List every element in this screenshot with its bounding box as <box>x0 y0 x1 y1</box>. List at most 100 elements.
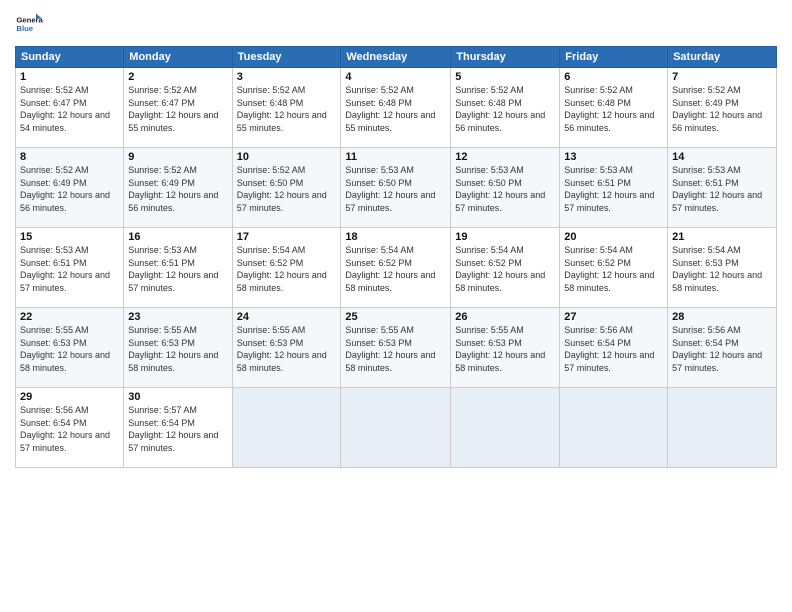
day-number: 3 <box>237 71 337 83</box>
day-number: 14 <box>672 151 772 163</box>
day-info: Sunrise: 5:52 AM Sunset: 6:48 PM Dayligh… <box>237 84 337 134</box>
page: General Blue SundayMondayTuesdayWednesda… <box>0 0 792 612</box>
calendar-week-row: 15 Sunrise: 5:53 AM Sunset: 6:51 PM Dayl… <box>16 228 777 308</box>
day-number: 2 <box>128 71 227 83</box>
calendar-cell: 19 Sunrise: 5:54 AM Sunset: 6:52 PM Dayl… <box>451 228 560 308</box>
calendar-week-row: 8 Sunrise: 5:52 AM Sunset: 6:49 PM Dayli… <box>16 148 777 228</box>
svg-text:Blue: Blue <box>16 24 33 33</box>
calendar-cell: 28 Sunrise: 5:56 AM Sunset: 6:54 PM Dayl… <box>668 308 777 388</box>
day-number: 30 <box>128 391 227 403</box>
calendar-cell: 6 Sunrise: 5:52 AM Sunset: 6:48 PM Dayli… <box>560 68 668 148</box>
day-info: Sunrise: 5:56 AM Sunset: 6:54 PM Dayligh… <box>20 404 119 454</box>
day-number: 9 <box>128 151 227 163</box>
day-number: 21 <box>672 231 772 243</box>
day-info: Sunrise: 5:52 AM Sunset: 6:47 PM Dayligh… <box>128 84 227 134</box>
day-info: Sunrise: 5:54 AM Sunset: 6:52 PM Dayligh… <box>345 244 446 294</box>
calendar-cell: 13 Sunrise: 5:53 AM Sunset: 6:51 PM Dayl… <box>560 148 668 228</box>
calendar-cell: 20 Sunrise: 5:54 AM Sunset: 6:52 PM Dayl… <box>560 228 668 308</box>
logo: General Blue <box>15 10 43 38</box>
day-info: Sunrise: 5:52 AM Sunset: 6:49 PM Dayligh… <box>20 164 119 214</box>
calendar-cell: 17 Sunrise: 5:54 AM Sunset: 6:52 PM Dayl… <box>232 228 341 308</box>
calendar-table: SundayMondayTuesdayWednesdayThursdayFrid… <box>15 46 777 468</box>
day-number: 5 <box>455 71 555 83</box>
calendar-day-header: Thursday <box>451 47 560 68</box>
calendar-cell: 10 Sunrise: 5:52 AM Sunset: 6:50 PM Dayl… <box>232 148 341 228</box>
day-info: Sunrise: 5:56 AM Sunset: 6:54 PM Dayligh… <box>564 324 663 374</box>
calendar-cell: 26 Sunrise: 5:55 AM Sunset: 6:53 PM Dayl… <box>451 308 560 388</box>
day-info: Sunrise: 5:53 AM Sunset: 6:51 PM Dayligh… <box>564 164 663 214</box>
day-number: 7 <box>672 71 772 83</box>
calendar-cell: 1 Sunrise: 5:52 AM Sunset: 6:47 PM Dayli… <box>16 68 124 148</box>
calendar-cell: 16 Sunrise: 5:53 AM Sunset: 6:51 PM Dayl… <box>124 228 232 308</box>
calendar-day-header: Tuesday <box>232 47 341 68</box>
day-info: Sunrise: 5:56 AM Sunset: 6:54 PM Dayligh… <box>672 324 772 374</box>
calendar-cell: 30 Sunrise: 5:57 AM Sunset: 6:54 PM Dayl… <box>124 388 232 468</box>
day-number: 24 <box>237 311 337 323</box>
day-number: 13 <box>564 151 663 163</box>
day-info: Sunrise: 5:54 AM Sunset: 6:52 PM Dayligh… <box>455 244 555 294</box>
day-info: Sunrise: 5:54 AM Sunset: 6:52 PM Dayligh… <box>564 244 663 294</box>
day-number: 29 <box>20 391 119 403</box>
calendar-cell: 7 Sunrise: 5:52 AM Sunset: 6:49 PM Dayli… <box>668 68 777 148</box>
calendar-day-header: Monday <box>124 47 232 68</box>
calendar-cell <box>341 388 451 468</box>
day-number: 20 <box>564 231 663 243</box>
calendar-cell: 22 Sunrise: 5:55 AM Sunset: 6:53 PM Dayl… <box>16 308 124 388</box>
calendar-cell: 14 Sunrise: 5:53 AM Sunset: 6:51 PM Dayl… <box>668 148 777 228</box>
header: General Blue <box>15 10 777 38</box>
day-info: Sunrise: 5:55 AM Sunset: 6:53 PM Dayligh… <box>345 324 446 374</box>
day-number: 27 <box>564 311 663 323</box>
calendar-cell: 24 Sunrise: 5:55 AM Sunset: 6:53 PM Dayl… <box>232 308 341 388</box>
day-number: 15 <box>20 231 119 243</box>
calendar-cell: 15 Sunrise: 5:53 AM Sunset: 6:51 PM Dayl… <box>16 228 124 308</box>
calendar-header-row: SundayMondayTuesdayWednesdayThursdayFrid… <box>16 47 777 68</box>
calendar-cell: 23 Sunrise: 5:55 AM Sunset: 6:53 PM Dayl… <box>124 308 232 388</box>
day-info: Sunrise: 5:55 AM Sunset: 6:53 PM Dayligh… <box>237 324 337 374</box>
calendar-week-row: 22 Sunrise: 5:55 AM Sunset: 6:53 PM Dayl… <box>16 308 777 388</box>
day-info: Sunrise: 5:52 AM Sunset: 6:48 PM Dayligh… <box>345 84 446 134</box>
calendar-day-header: Sunday <box>16 47 124 68</box>
day-info: Sunrise: 5:52 AM Sunset: 6:49 PM Dayligh… <box>672 84 772 134</box>
calendar-body: 1 Sunrise: 5:52 AM Sunset: 6:47 PM Dayli… <box>16 68 777 468</box>
calendar-cell: 12 Sunrise: 5:53 AM Sunset: 6:50 PM Dayl… <box>451 148 560 228</box>
day-number: 6 <box>564 71 663 83</box>
calendar-cell: 8 Sunrise: 5:52 AM Sunset: 6:49 PM Dayli… <box>16 148 124 228</box>
day-number: 22 <box>20 311 119 323</box>
calendar-cell <box>232 388 341 468</box>
calendar-week-row: 1 Sunrise: 5:52 AM Sunset: 6:47 PM Dayli… <box>16 68 777 148</box>
calendar-cell: 3 Sunrise: 5:52 AM Sunset: 6:48 PM Dayli… <box>232 68 341 148</box>
day-info: Sunrise: 5:57 AM Sunset: 6:54 PM Dayligh… <box>128 404 227 454</box>
calendar-cell: 25 Sunrise: 5:55 AM Sunset: 6:53 PM Dayl… <box>341 308 451 388</box>
calendar-cell <box>560 388 668 468</box>
day-number: 12 <box>455 151 555 163</box>
calendar-day-header: Friday <box>560 47 668 68</box>
calendar-cell: 11 Sunrise: 5:53 AM Sunset: 6:50 PM Dayl… <box>341 148 451 228</box>
day-info: Sunrise: 5:52 AM Sunset: 6:48 PM Dayligh… <box>564 84 663 134</box>
calendar-week-row: 29 Sunrise: 5:56 AM Sunset: 6:54 PM Dayl… <box>16 388 777 468</box>
calendar-cell: 27 Sunrise: 5:56 AM Sunset: 6:54 PM Dayl… <box>560 308 668 388</box>
day-number: 1 <box>20 71 119 83</box>
day-number: 25 <box>345 311 446 323</box>
day-number: 28 <box>672 311 772 323</box>
day-info: Sunrise: 5:55 AM Sunset: 6:53 PM Dayligh… <box>128 324 227 374</box>
calendar-day-header: Saturday <box>668 47 777 68</box>
day-number: 4 <box>345 71 446 83</box>
calendar-cell: 21 Sunrise: 5:54 AM Sunset: 6:53 PM Dayl… <box>668 228 777 308</box>
day-info: Sunrise: 5:52 AM Sunset: 6:49 PM Dayligh… <box>128 164 227 214</box>
calendar-cell <box>668 388 777 468</box>
day-info: Sunrise: 5:54 AM Sunset: 6:53 PM Dayligh… <box>672 244 772 294</box>
day-info: Sunrise: 5:55 AM Sunset: 6:53 PM Dayligh… <box>20 324 119 374</box>
calendar-cell: 18 Sunrise: 5:54 AM Sunset: 6:52 PM Dayl… <box>341 228 451 308</box>
day-info: Sunrise: 5:55 AM Sunset: 6:53 PM Dayligh… <box>455 324 555 374</box>
day-number: 11 <box>345 151 446 163</box>
calendar-cell: 29 Sunrise: 5:56 AM Sunset: 6:54 PM Dayl… <box>16 388 124 468</box>
day-number: 16 <box>128 231 227 243</box>
day-info: Sunrise: 5:54 AM Sunset: 6:52 PM Dayligh… <box>237 244 337 294</box>
day-number: 23 <box>128 311 227 323</box>
day-number: 17 <box>237 231 337 243</box>
day-number: 18 <box>345 231 446 243</box>
logo-icon: General Blue <box>15 10 43 38</box>
day-number: 19 <box>455 231 555 243</box>
day-info: Sunrise: 5:53 AM Sunset: 6:51 PM Dayligh… <box>128 244 227 294</box>
calendar-cell <box>451 388 560 468</box>
